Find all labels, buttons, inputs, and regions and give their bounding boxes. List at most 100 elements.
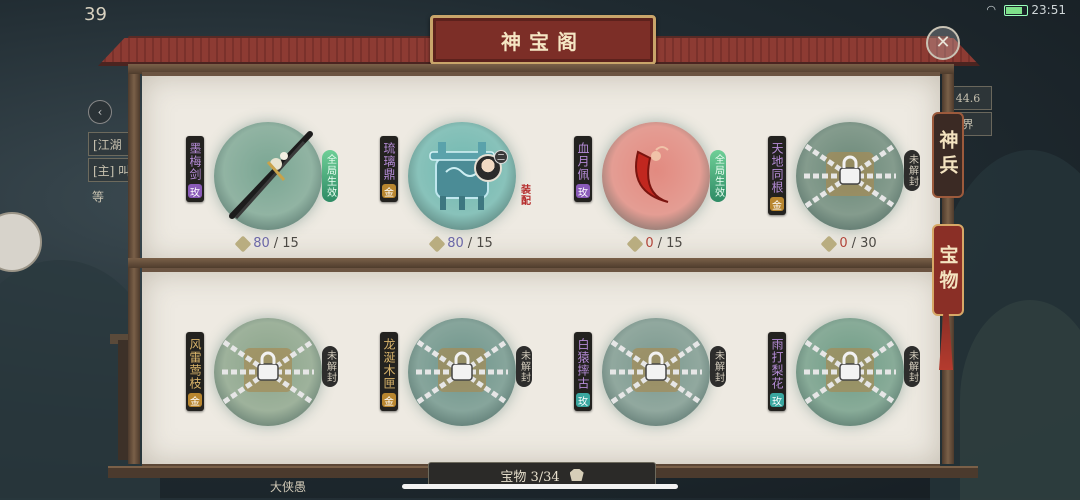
fragment-icon [234,235,252,252]
treasure-medallion[interactable] [408,122,516,230]
chained-treasure-icon [796,122,904,230]
treasure-count-label: 宝物 3/34 [500,469,560,485]
fragment-total: 15 [476,236,493,251]
wifi-icon: ◠ [986,3,996,16]
treasure-name: 天地同根 [770,142,784,194]
treasure-medallion[interactable] [796,318,904,426]
treasure-slot[interactable]: 雨打梨花玫 未解封 [728,306,920,476]
equipped-label: 装配 [516,180,532,210]
grade-badge: 玫 [188,184,202,199]
grade-badge: 玫 [576,393,590,408]
tab-label: 宝物 [936,245,959,295]
treasure-medallion[interactable] [796,122,904,230]
chained-treasure-icon [602,318,710,426]
treasure-slot[interactable]: 琉璃鼎金 二装配 80/15 [340,110,530,280]
sealed-badge: 未解封 [710,346,726,387]
treasure-slot[interactable]: 天地同根金 未解封 0/30 [728,110,920,280]
treasure-name: 风雷莺枝 [188,338,202,390]
badge-text: 全局生效 [324,154,336,198]
tab-label: 神兵 [936,130,959,180]
treasure-medallion[interactable] [408,318,516,426]
treasure-medallion[interactable] [214,122,322,230]
treasure-name-tag: 琉璃鼎金 [380,136,398,202]
crescent-pendant-icon [602,122,710,230]
treasure-name-tag: 风雷莺枝金 [186,332,204,411]
back-arrow-icon[interactable]: ‹ [88,100,112,124]
badge-text: 未解封 [712,350,724,383]
fragment-total: 15 [282,236,299,251]
tab-treasures[interactable]: 宝物 [932,224,964,316]
player-level: 39 [84,4,107,25]
fragment-current: 0 [839,236,848,251]
fragment-progress: 80/15 [218,235,318,252]
treasure-medallion[interactable] [214,318,322,426]
fragment-progress: 0/30 [800,235,900,252]
treasure-slot[interactable]: 血月佩玫 全局生效 0/15 [534,110,726,280]
chained-treasure-icon [214,318,322,426]
badge-text: 未解封 [324,350,336,383]
grade-badge: 金 [382,393,396,408]
global-effect-badge: 全局生效 [322,150,338,202]
fragment-total: 30 [860,236,877,251]
fragment-progress: 80/15 [412,235,512,252]
player-name: 大侠愚 [270,480,307,494]
fragment-current: 80 [253,236,270,251]
treasure-name-tag: 墨梅剑玫 [186,136,204,202]
treasure-name-tag: 血月佩玫 [574,136,592,202]
chained-treasure-icon [796,318,904,426]
fragment-total: 15 [666,236,683,251]
grade-badge: 玫 [770,393,784,408]
cauldron-icon [408,122,516,230]
fragment-separator: / [273,236,279,251]
badge-text: 未解封 [906,350,918,383]
fragment-icon [626,235,644,252]
treasure-chest-icon [569,469,584,481]
grade-badge: 玫 [576,184,590,199]
treasure-slot[interactable]: 墨梅剑玫 全局生效 80/15 [146,110,338,280]
treasure-name-tag: 白猿摔古玫 [574,332,592,411]
grade-badge: 金 [382,184,396,199]
treasure-slot[interactable]: 风雷莺枝金 未解封 [146,306,338,476]
treasure-name: 雨打梨花 [770,338,784,390]
treasure-name-tag: 天地同根金 [768,136,786,215]
page-title: 神宝阁 [501,29,585,54]
fragment-icon [428,235,446,252]
tab-divine-weapons[interactable]: 神兵 [932,112,964,198]
treasure-name: 白猿摔古 [576,338,590,390]
fragment-current: 80 [447,236,464,251]
battery-icon [1004,5,1028,16]
treasure-name: 龙涎木匣 [382,338,396,390]
treasure-slot[interactable]: 龙涎木匣金 未解封 [340,306,532,476]
fragment-separator: / [467,236,473,251]
treasure-name: 墨梅剑 [188,142,202,181]
treasure-medallion[interactable] [602,122,710,230]
treasure-name: 血月佩 [576,142,590,181]
fragment-icon [820,235,838,252]
fragment-progress: 0/15 [606,235,706,252]
treasure-name-tag: 龙涎木匣金 [380,332,398,411]
chained-treasure-icon [408,318,516,426]
sealed-badge: 未解封 [904,346,920,387]
status-time: 23:51 [1031,3,1066,17]
treasure-name-tag: 雨打梨花玫 [768,332,786,411]
sealed-badge: 未解封 [322,346,338,387]
fragment-separator: / [851,236,857,251]
badge-text: 未解封 [518,350,530,383]
sealed-badge: 未解封 [516,346,532,387]
sealed-badge: 未解封 [904,150,920,191]
fragment-separator: / [657,236,663,251]
close-icon[interactable]: ✕ [926,26,960,60]
grade-badge: 金 [188,393,202,408]
avatar-badge: 二 [494,150,508,164]
home-indicator[interactable] [402,484,678,489]
treasure-slot[interactable]: 白猿摔古玫 未解封 [534,306,726,476]
fragment-current: 0 [645,236,654,251]
badge-text: 全局生效 [712,154,724,198]
grade-badge: 金 [770,197,784,212]
badge-text: 未解封 [906,154,918,187]
badge-text: 装配 [518,184,530,206]
title-plaque: 神宝阁 [430,15,656,65]
global-effect-badge: 全局生效 [710,150,726,202]
treasure-name: 琉璃鼎 [382,142,396,181]
treasure-medallion[interactable] [602,318,710,426]
